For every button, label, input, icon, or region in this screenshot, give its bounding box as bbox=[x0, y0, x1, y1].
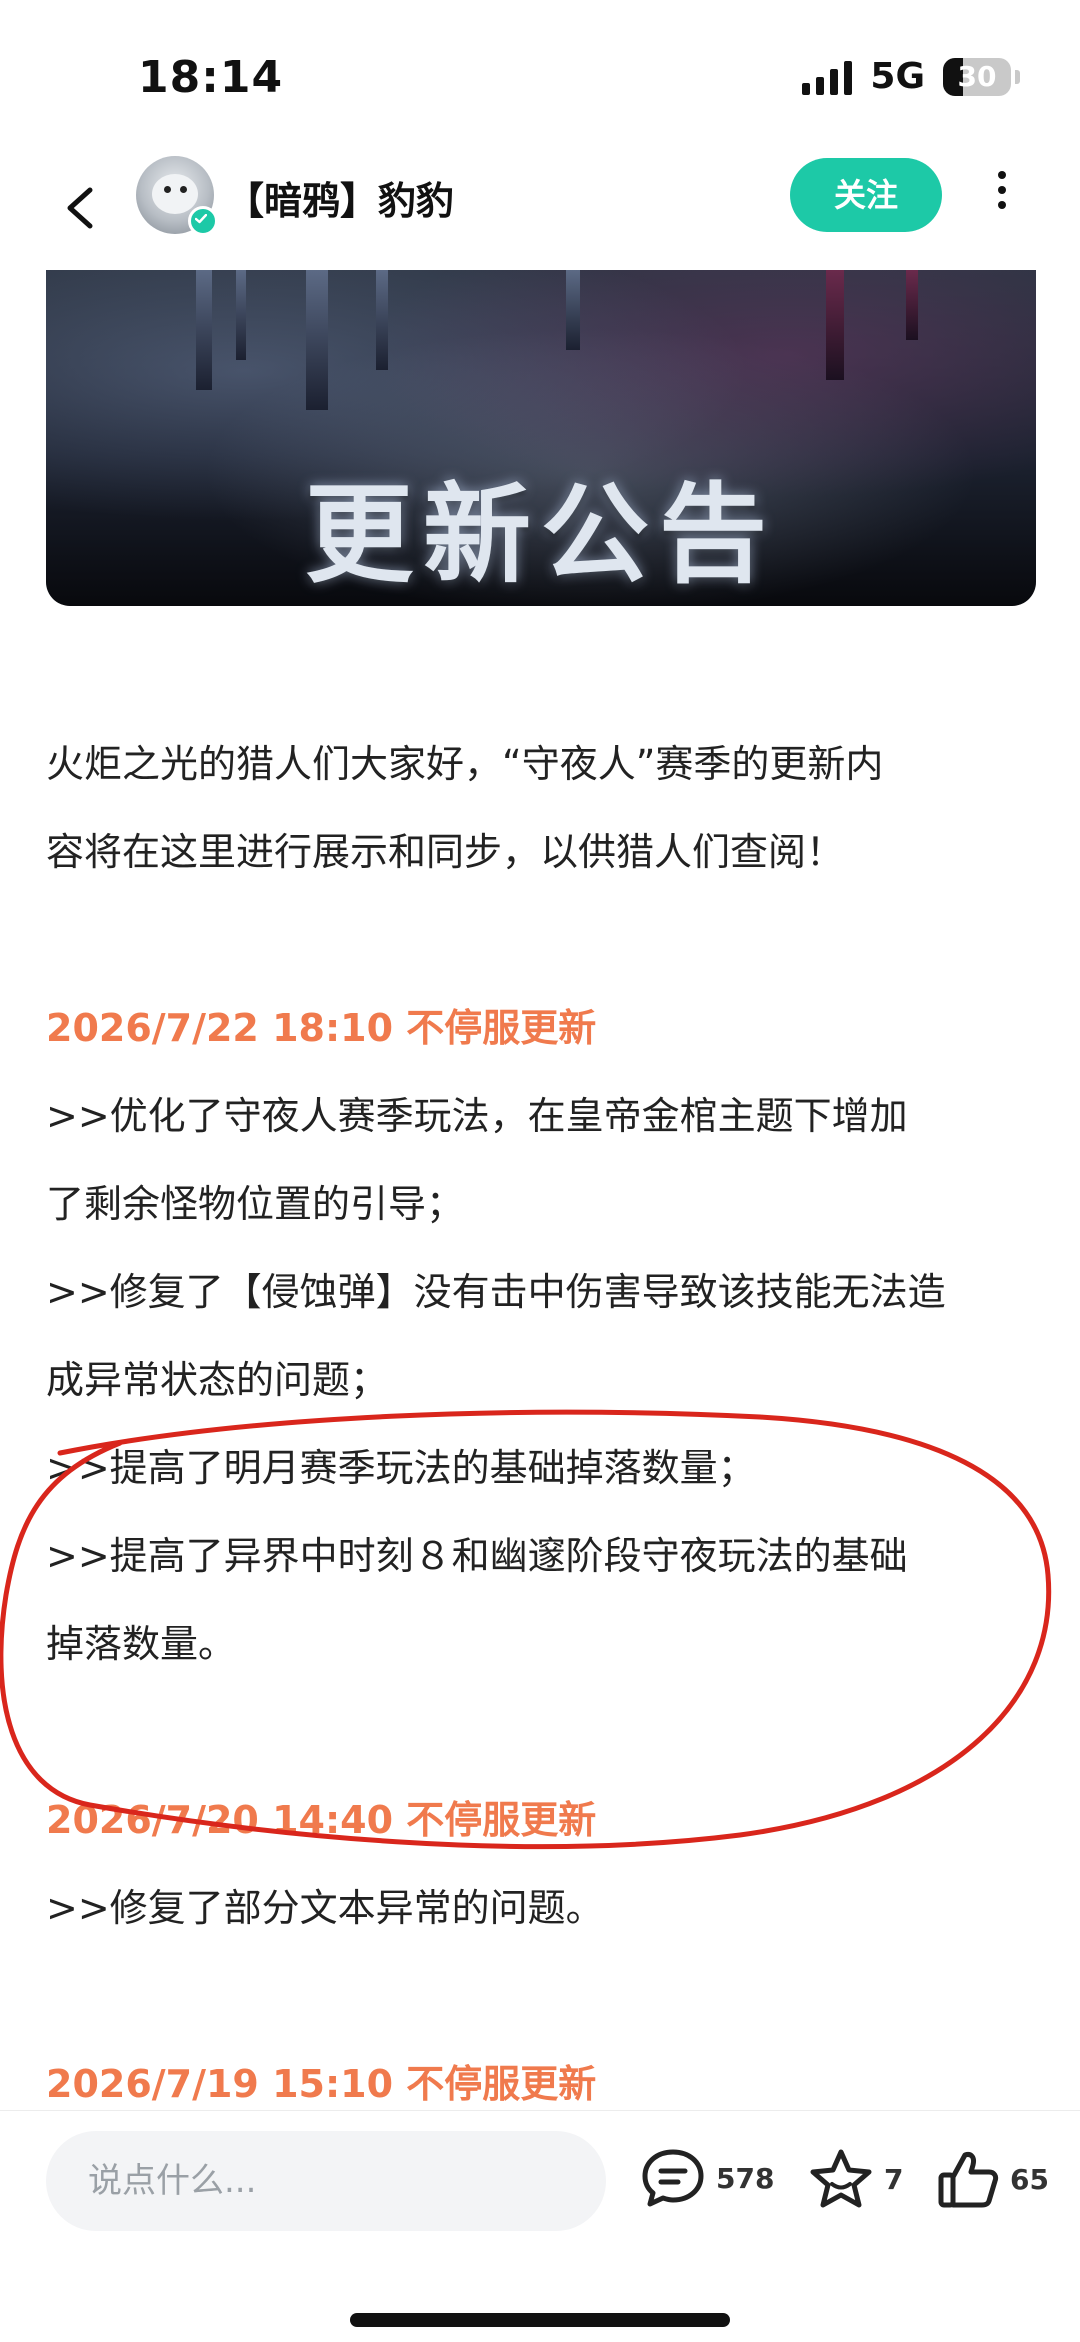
post-header: 【暗鸦】豹豹 关注 bbox=[0, 150, 1080, 270]
update-line: >>提高了异界中时刻８和幽邃阶段守夜玩法的基础 bbox=[46, 1534, 908, 1578]
update-line: 掉落数量。 bbox=[46, 1622, 237, 1666]
star-icon bbox=[810, 2149, 872, 2208]
intro-line: 容将在这里进行展示和同步，以供猎人们查阅！ bbox=[46, 830, 845, 874]
favorite-button[interactable]: 7 bbox=[808, 2147, 903, 2211]
back-button[interactable] bbox=[52, 170, 112, 246]
bottom-action-bar: 578 7 65 bbox=[0, 2110, 1080, 2342]
comment-button[interactable]: 578 bbox=[640, 2147, 774, 2209]
comment-bubble-icon bbox=[642, 2149, 704, 2207]
chevron-left-icon bbox=[67, 187, 93, 229]
update-line: >>提高了明月赛季玩法的基础掉落数量； bbox=[46, 1446, 756, 1490]
battery-tip bbox=[1015, 69, 1020, 84]
more-vertical-icon bbox=[990, 171, 1014, 209]
update-line: 成异常状态的问题； bbox=[46, 1358, 389, 1402]
network-type: 5G bbox=[870, 56, 925, 97]
banner-title: 更新公告 bbox=[304, 472, 777, 598]
update-line: >>优化了守夜人赛季玩法，在皇帝金棺主题下增加 bbox=[46, 1094, 908, 1138]
favorite-count: 7 bbox=[884, 2162, 904, 2196]
like-count: 65 bbox=[1010, 2162, 1049, 2196]
seal-face bbox=[152, 174, 198, 214]
status-indicators: 5G 30 bbox=[802, 56, 1020, 97]
update-date: 2026/7/20 14:40 不停服更新 bbox=[46, 1798, 597, 1842]
article-body: 火炬之光的猎人们大家好，“守夜人”赛季的更新内 容将在这里进行展示和同步，以供猎… bbox=[46, 720, 1036, 2128]
battery-icon: 30 bbox=[943, 57, 1011, 96]
home-indicator[interactable] bbox=[350, 2313, 730, 2327]
follow-button[interactable]: 关注 bbox=[790, 158, 942, 232]
update-line: 了剩余怪物位置的引导； bbox=[46, 1182, 465, 1226]
intro-line: 火炬之光的猎人们大家好，“守夜人”赛季的更新内 bbox=[46, 742, 884, 786]
more-options-button[interactable] bbox=[990, 164, 1014, 224]
comment-input[interactable] bbox=[46, 2131, 606, 2231]
thumbs-up-icon bbox=[938, 2152, 999, 2208]
status-time: 18:14 bbox=[138, 52, 284, 103]
update-line: >>修复了部分文本异常的问题。 bbox=[46, 1886, 604, 1930]
comment-count: 578 bbox=[716, 2161, 775, 2195]
verified-badge-icon bbox=[188, 206, 218, 236]
update-date: 2026/7/22 18:10 不停服更新 bbox=[46, 1006, 597, 1050]
battery-level: 30 bbox=[957, 59, 997, 93]
update-line: >>修复了【侵蚀弹】没有击中伤害导致该技能无法造 bbox=[46, 1270, 946, 1314]
signal-icon bbox=[802, 59, 853, 95]
author-name[interactable]: 【暗鸦】豹豹 bbox=[226, 170, 454, 225]
like-button[interactable]: 65 bbox=[936, 2147, 1049, 2211]
status-bar: 18:14 5G 30 bbox=[0, 0, 1080, 150]
avatar[interactable] bbox=[136, 156, 218, 236]
update-banner-image: 更新公告 bbox=[46, 270, 1036, 606]
